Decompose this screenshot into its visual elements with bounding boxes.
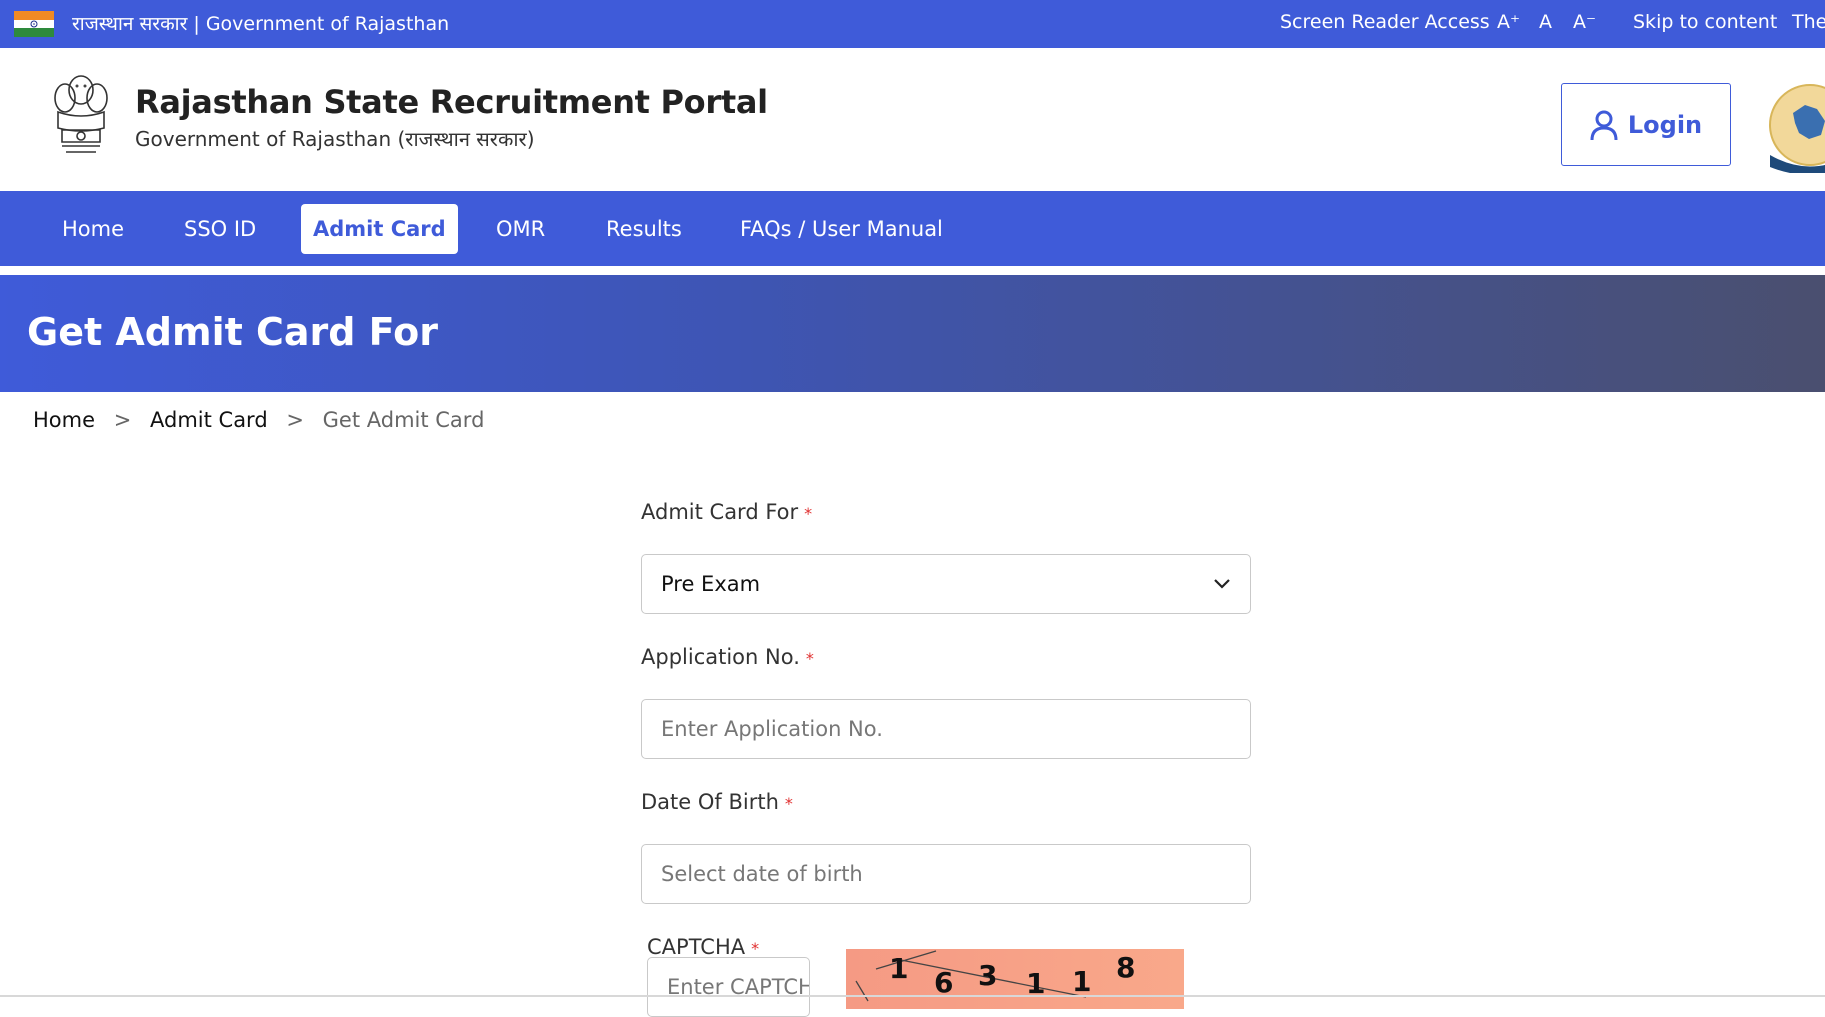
- nav-item-omr[interactable]: OMR: [484, 204, 557, 254]
- required-mark: *: [784, 794, 793, 813]
- admit-card-for-label: Admit Card For: [641, 500, 799, 524]
- admit-card-for-value: Pre Exam: [661, 572, 761, 596]
- breadcrumb-current: Get Admit Card: [322, 408, 485, 432]
- font-increase-button[interactable]: A⁺: [1497, 11, 1520, 33]
- application-no-input[interactable]: Enter Application No.: [641, 699, 1251, 759]
- nav-item-admit-card[interactable]: Admit Card: [301, 204, 458, 254]
- india-flag-icon: [14, 11, 54, 37]
- chevron-down-icon: [1214, 579, 1230, 589]
- recruitment-logo-icon: [1769, 84, 1825, 173]
- captcha-digit: 1: [1072, 965, 1091, 998]
- font-normal-button[interactable]: A: [1539, 11, 1552, 33]
- page-title: Get Admit Card For: [27, 310, 438, 354]
- required-mark: *: [804, 504, 813, 523]
- government-title: राजस्थान सरकार | Government of Rajasthan: [72, 13, 450, 35]
- nav-divider: [0, 266, 1825, 275]
- admit-card-for-select[interactable]: Pre Exam: [641, 554, 1251, 614]
- login-button[interactable]: Login: [1561, 83, 1731, 166]
- captcha-digit: 3: [978, 959, 997, 992]
- required-mark: *: [805, 649, 814, 668]
- application-no-label: Application No.: [641, 645, 800, 669]
- screen-reader-access-link[interactable]: Screen Reader Access: [1280, 11, 1490, 33]
- dob-label-row: Date Of Birth *: [641, 790, 1251, 824]
- required-mark: *: [751, 939, 760, 958]
- portal-subtitle: Government of Rajasthan (राजस्थान सरकार): [135, 127, 535, 151]
- captcha-graphic: 1 6 3 1 1 8: [855, 950, 1135, 1002]
- breadcrumb: Home > Admit Card > Get Admit Card: [33, 408, 496, 432]
- dob-placeholder: Select date of birth: [661, 862, 863, 886]
- breadcrumb-home[interactable]: Home: [33, 408, 95, 432]
- site-header: Rajasthan State Recruitment Portal Gover…: [0, 48, 1825, 191]
- date-of-birth-input[interactable]: Select date of birth: [641, 844, 1251, 904]
- captcha-input[interactable]: Enter CAPTCHA: [647, 957, 810, 1017]
- admit-card-form: Admit Card For * Pre Exam Application No.…: [641, 500, 1251, 969]
- skip-to-content-link[interactable]: Skip to content: [1633, 11, 1777, 33]
- captcha-digit: 1: [889, 952, 908, 985]
- font-decrease-button[interactable]: A⁻: [1573, 11, 1596, 33]
- captcha-image: 1 6 3 1 1 8: [846, 949, 1184, 1009]
- nav-item-results[interactable]: Results: [594, 204, 694, 254]
- breadcrumb-separator: >: [286, 408, 304, 432]
- captcha-digit: 8: [1116, 951, 1135, 984]
- login-label: Login: [1627, 110, 1703, 139]
- captcha-label: CAPTCHA: [647, 935, 746, 959]
- admit-card-for-label-row: Admit Card For *: [641, 500, 1251, 534]
- breadcrumb-admit-card[interactable]: Admit Card: [150, 408, 268, 432]
- nav-item-faqs[interactable]: FAQs / User Manual: [728, 204, 955, 254]
- breadcrumb-separator: >: [113, 408, 132, 432]
- user-icon: [1590, 110, 1618, 140]
- page-hero-banner: Get Admit Card For: [0, 275, 1825, 392]
- application-no-placeholder: Enter Application No.: [661, 717, 883, 741]
- theme-toggle[interactable]: The: [1792, 11, 1825, 33]
- nav-item-sso-id[interactable]: SSO ID: [172, 204, 268, 254]
- top-utility-bar: राजस्थान सरकार | Government of Rajasthan…: [0, 0, 1825, 48]
- nav-item-home[interactable]: Home: [50, 204, 136, 254]
- main-navigation: Home SSO ID Admit Card OMR Results FAQs …: [0, 191, 1825, 266]
- state-emblem-icon: [54, 75, 108, 153]
- application-no-label-row: Application No. *: [641, 645, 1251, 679]
- portal-title: Rajasthan State Recruitment Portal: [135, 83, 768, 121]
- dob-label: Date Of Birth: [641, 790, 779, 814]
